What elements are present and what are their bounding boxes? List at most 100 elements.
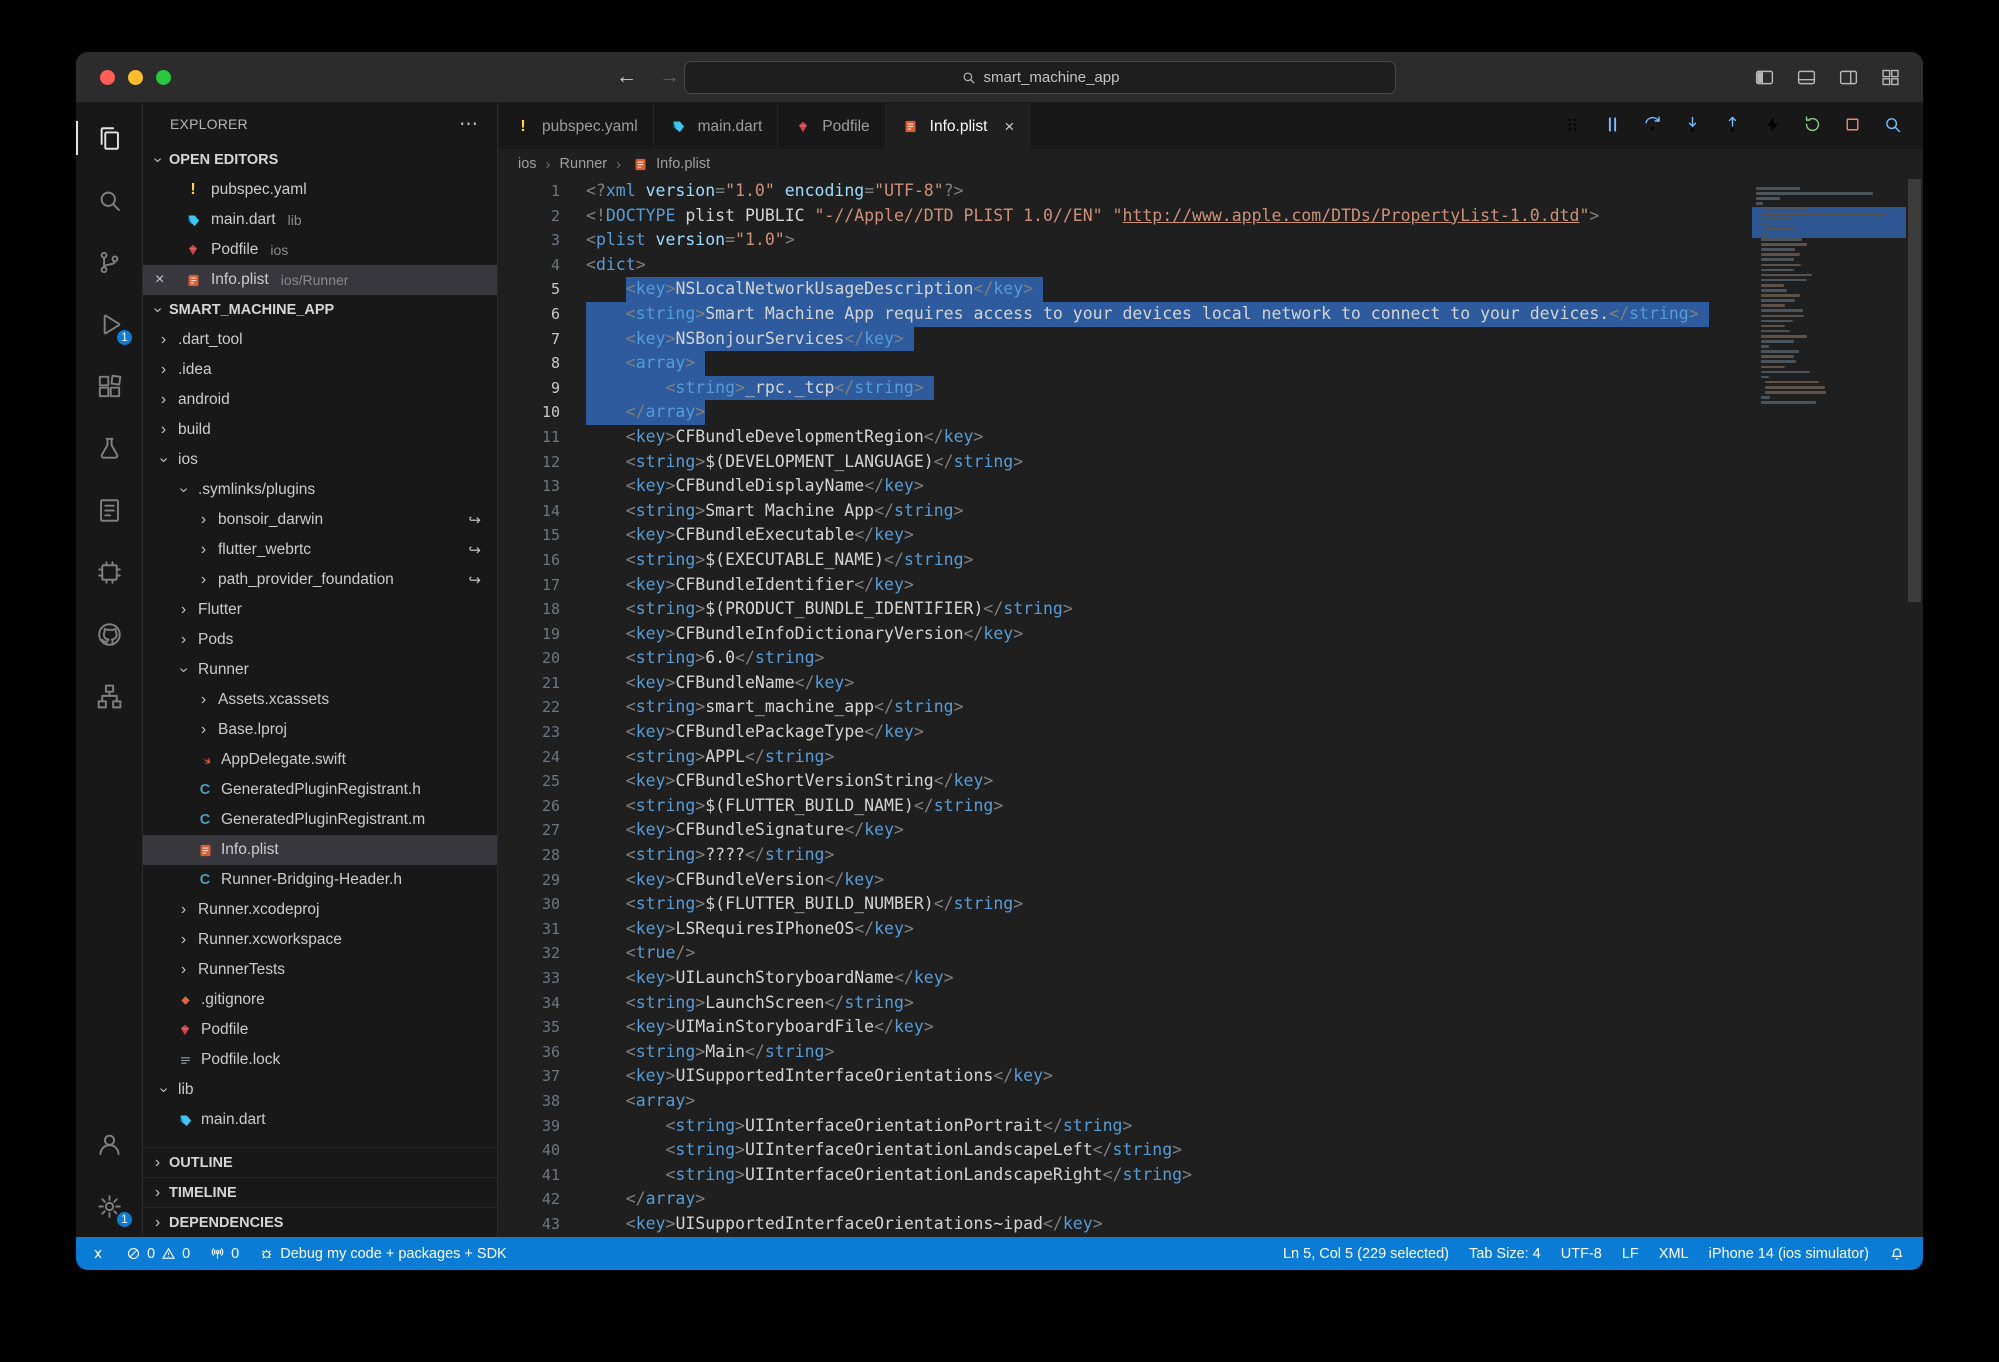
- zoom-window-button[interactable]: [156, 70, 171, 85]
- code-line-18[interactable]: 18 <string>$(PRODUCT_BUNDLE_IDENTIFIER)<…: [498, 597, 1923, 622]
- code-line-16[interactable]: 16 <string>$(EXECUTABLE_NAME)</string>: [498, 548, 1923, 573]
- cursor-position[interactable]: Ln 5, Col 5 (229 selected): [1273, 1237, 1459, 1270]
- code-line-12[interactable]: 12 <string>$(DEVELOPMENT_LANGUAGE)</stri…: [498, 450, 1923, 475]
- inspector-button[interactable]: [1882, 114, 1903, 138]
- step-out-button[interactable]: [1722, 114, 1743, 138]
- toggle-panel-button[interactable]: [1796, 67, 1817, 88]
- activity-github-button[interactable]: [76, 603, 142, 665]
- line-number[interactable]: 21: [498, 671, 560, 696]
- tree-item-bonsoir_darwin[interactable]: ›bonsoir_darwin↪: [143, 505, 497, 535]
- code-line-23[interactable]: 23 <key>CFBundlePackageType</key>: [498, 720, 1923, 745]
- line-number[interactable]: 12: [498, 450, 560, 475]
- code-line-13[interactable]: 13 <key>CFBundleDisplayName</key>: [498, 474, 1923, 499]
- tree-item-Podfile[interactable]: Podfile: [143, 1015, 497, 1045]
- tree-item-GeneratedPluginRegistrant.m[interactable]: CGeneratedPluginRegistrant.m: [143, 805, 497, 835]
- activity-extensions-button[interactable]: [76, 355, 142, 417]
- code-line-25[interactable]: 25 <key>CFBundleShortVersionString</key>: [498, 769, 1923, 794]
- tree-item-GeneratedPluginRegistrant.h[interactable]: CGeneratedPluginRegistrant.h: [143, 775, 497, 805]
- line-number[interactable]: 6: [498, 302, 560, 327]
- language-mode[interactable]: XML: [1649, 1237, 1699, 1270]
- line-number[interactable]: 15: [498, 523, 560, 548]
- code-line-2[interactable]: 2<!DOCTYPE plist PUBLIC "-//Apple//DTD P…: [498, 204, 1923, 229]
- notifications-bell[interactable]: [1879, 1237, 1915, 1270]
- tree-item-.symlinks/plugins[interactable]: ›.symlinks/plugins: [143, 475, 497, 505]
- breadcrumb-Info.plist[interactable]: Info.plist: [630, 156, 710, 172]
- tree-item-AppDelegate.swift[interactable]: AppDelegate.swift: [143, 745, 497, 775]
- tree-item-Runner.xcworkspace[interactable]: ›Runner.xcworkspace: [143, 925, 497, 955]
- tree-item-RunnerTests[interactable]: ›RunnerTests: [143, 955, 497, 985]
- code-line-7[interactable]: 7 <key>NSBonjourServices</key>: [498, 327, 1923, 352]
- restart-button[interactable]: [1802, 114, 1823, 138]
- debug-config-selector[interactable]: Debug my code + packages + SDK: [249, 1237, 517, 1270]
- code-line-40[interactable]: 40 <string>UIInterfaceOrientationLandsca…: [498, 1138, 1923, 1163]
- open-editor-Info.plist[interactable]: ×Info.plistios/Runner: [143, 265, 497, 295]
- code-line-21[interactable]: 21 <key>CFBundleName</key>: [498, 671, 1923, 696]
- line-number[interactable]: 35: [498, 1015, 560, 1040]
- tab-Podfile[interactable]: Podfile: [778, 103, 885, 149]
- code-line-37[interactable]: 37 <key>UISupportedInterfaceOrientations…: [498, 1064, 1923, 1089]
- code-line-8[interactable]: 8 <array>: [498, 351, 1923, 376]
- tree-item-.idea[interactable]: ›.idea: [143, 355, 497, 385]
- history-forward-button[interactable]: →: [659, 65, 680, 89]
- editor-scrollbar[interactable]: [1906, 179, 1923, 1237]
- line-number[interactable]: 25: [498, 769, 560, 794]
- activity-testing-button[interactable]: [76, 417, 142, 479]
- line-number[interactable]: 11: [498, 425, 560, 450]
- code-line-5[interactable]: 5 <key>NSLocalNetworkUsageDescription</k…: [498, 277, 1923, 302]
- tree-item-Pods[interactable]: ›Pods: [143, 625, 497, 655]
- line-number[interactable]: 8: [498, 351, 560, 376]
- code-line-29[interactable]: 29 <key>CFBundleVersion</key>: [498, 868, 1923, 893]
- code-line-34[interactable]: 34 <string>LaunchScreen</string>: [498, 991, 1923, 1016]
- tree-item-android[interactable]: ›android: [143, 385, 497, 415]
- stop-button[interactable]: [1842, 114, 1863, 138]
- code-line-10[interactable]: 10 </array>: [498, 400, 1923, 425]
- code-line-27[interactable]: 27 <key>CFBundleSignature</key>: [498, 818, 1923, 843]
- line-number[interactable]: 4: [498, 253, 560, 278]
- close-icon[interactable]: ×: [1004, 117, 1014, 137]
- toggle-secondary-sidebar-button[interactable]: [1838, 67, 1859, 88]
- line-number[interactable]: 41: [498, 1163, 560, 1188]
- line-number[interactable]: 37: [498, 1064, 560, 1089]
- line-number[interactable]: 20: [498, 646, 560, 671]
- line-number[interactable]: 34: [498, 991, 560, 1016]
- line-number[interactable]: 33: [498, 966, 560, 991]
- pause-button[interactable]: [1602, 114, 1623, 138]
- line-number[interactable]: 9: [498, 376, 560, 401]
- remote-indicator[interactable]: [80, 1237, 116, 1270]
- code-line-33[interactable]: 33 <key>UILaunchStoryboardName</key>: [498, 966, 1923, 991]
- activity-settings-button[interactable]: 1: [76, 1175, 142, 1237]
- line-number[interactable]: 38: [498, 1089, 560, 1114]
- problems-indicator[interactable]: 0 0: [116, 1237, 200, 1270]
- breadcrumb-Runner[interactable]: Runner: [560, 156, 608, 172]
- minimize-window-button[interactable]: [128, 70, 143, 85]
- code-line-14[interactable]: 14 <string>Smart Machine App</string>: [498, 499, 1923, 524]
- tree-item-main.dart[interactable]: main.dart: [143, 1105, 497, 1135]
- code-line-9[interactable]: 9 <string>_rpc._tcp</string>: [498, 376, 1923, 401]
- code-line-15[interactable]: 15 <key>CFBundleExecutable</key>: [498, 523, 1923, 548]
- open-editor-main.dart[interactable]: main.dartlib: [143, 205, 497, 235]
- line-number[interactable]: 2: [498, 204, 560, 229]
- line-number[interactable]: 23: [498, 720, 560, 745]
- tree-item-Base.lproj[interactable]: ›Base.lproj: [143, 715, 497, 745]
- code-line-36[interactable]: 36 <string>Main</string>: [498, 1040, 1923, 1065]
- line-number[interactable]: 29: [498, 868, 560, 893]
- line-number[interactable]: 32: [498, 941, 560, 966]
- tree-item-lib[interactable]: ›lib: [143, 1075, 497, 1105]
- tree-item-.gitignore[interactable]: .gitignore: [143, 985, 497, 1015]
- tree-item-build[interactable]: ›build: [143, 415, 497, 445]
- code-line-22[interactable]: 22 <string>smart_machine_app</string>: [498, 695, 1923, 720]
- tree-item-Flutter[interactable]: ›Flutter: [143, 595, 497, 625]
- encoding-indicator[interactable]: UTF-8: [1551, 1237, 1612, 1270]
- activity-source-control-button[interactable]: [76, 231, 142, 293]
- tree-item-.dart_tool[interactable]: ›.dart_tool: [143, 325, 497, 355]
- close-icon[interactable]: ×: [155, 271, 164, 289]
- tree-item-Podfile.lock[interactable]: Podfile.lock: [143, 1045, 497, 1075]
- line-number[interactable]: 7: [498, 327, 560, 352]
- section-timeline-header[interactable]: ›TIMELINE: [143, 1177, 497, 1207]
- tree-item-Runner-Bridging-Header.h[interactable]: CRunner-Bridging-Header.h: [143, 865, 497, 895]
- code-line-4[interactable]: 4<dict>: [498, 253, 1923, 278]
- code-line-11[interactable]: 11 <key>CFBundleDevelopmentRegion</key>: [498, 425, 1923, 450]
- line-number[interactable]: 36: [498, 1040, 560, 1065]
- activity-explorer-button[interactable]: [76, 107, 142, 169]
- toggle-primary-sidebar-button[interactable]: [1754, 67, 1775, 88]
